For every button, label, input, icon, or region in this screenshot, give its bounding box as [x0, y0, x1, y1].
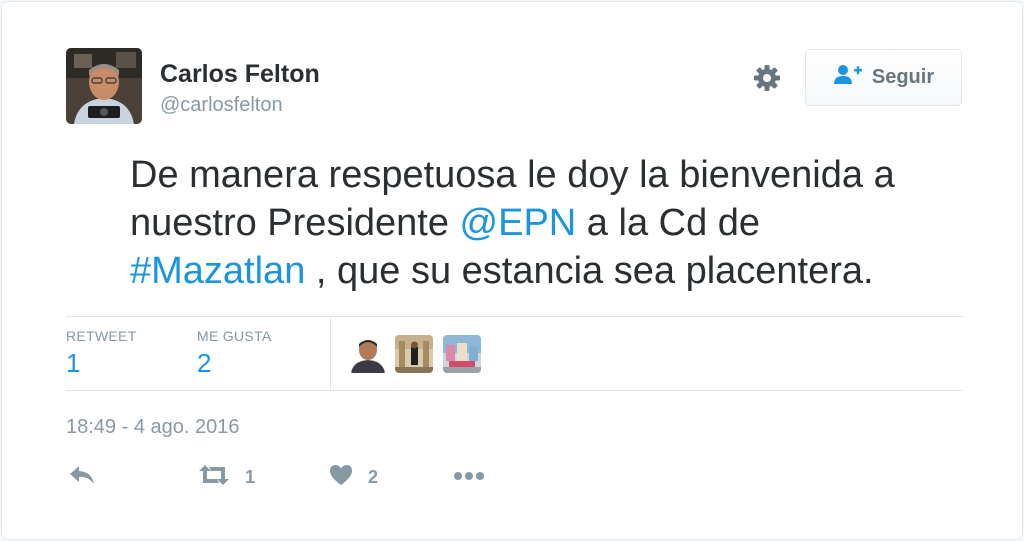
- add-user-icon: [833, 64, 863, 91]
- likes-stat-count[interactable]: 2: [197, 348, 211, 379]
- likes-stat-label: ME GUSTA: [197, 328, 272, 344]
- tweet-text-segment: nuestro Presidente: [130, 202, 460, 244]
- like-button[interactable]: 2: [328, 462, 378, 492]
- follow-button-label: Seguir: [871, 66, 935, 88]
- retweet-button[interactable]: 1: [197, 462, 255, 492]
- mention-link[interactable]: @EPN: [460, 202, 577, 244]
- more-button[interactable]: [453, 462, 485, 492]
- reply-button[interactable]: [68, 462, 96, 492]
- tweet-text-segment: , que su estancia sea placentera.: [305, 250, 874, 292]
- follow-button[interactable]: Seguir: [805, 49, 962, 106]
- tweet-text-segment: De manera respetuosa le doy la bienvenid…: [130, 154, 895, 196]
- reply-icon: [68, 464, 96, 491]
- retweet-stat-label: RETWEET: [66, 328, 137, 344]
- hashtag-link[interactable]: #Mazatlan: [130, 250, 305, 292]
- liker-avatar[interactable]: [443, 335, 481, 373]
- liker-avatar[interactable]: [395, 335, 433, 373]
- stats-divider: [330, 318, 331, 390]
- divider: [66, 316, 963, 317]
- gear-icon[interactable]: [751, 62, 783, 94]
- user-name[interactable]: Carlos Felton: [160, 60, 320, 89]
- heart-icon: [328, 463, 354, 492]
- user-handle[interactable]: @carlosfelton: [160, 94, 283, 117]
- more-icon: [453, 468, 485, 486]
- like-count: 2: [368, 466, 379, 487]
- tweet-line: #Mazatlan , que su estancia sea placente…: [130, 244, 874, 298]
- liker-avatar[interactable]: [349, 335, 387, 373]
- retweet-stat-count[interactable]: 1: [66, 348, 80, 379]
- tweet-text-segment: a la Cd de: [576, 202, 761, 244]
- timestamp[interactable]: 18:49 - 4 ago. 2016: [66, 416, 239, 439]
- retweet-count: 1: [245, 466, 256, 487]
- tweet-line: De manera respetuosa le doy la bienvenid…: [130, 148, 895, 202]
- tweet-line: nuestro Presidente @EPN a la Cd de: [130, 196, 760, 250]
- avatar[interactable]: [66, 48, 142, 124]
- tweet-card: Carlos Felton @carlosfelton Seguir De ma…: [2, 2, 1022, 539]
- divider: [66, 390, 963, 391]
- retweet-icon: [197, 463, 231, 492]
